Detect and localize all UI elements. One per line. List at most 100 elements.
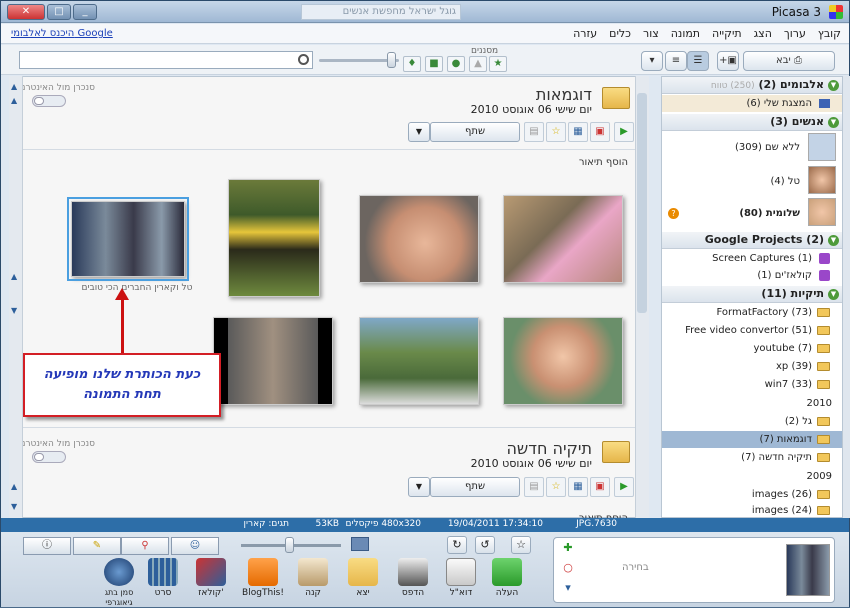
section-albums[interactable]: ▼ אלבומים (2) (250) טווח (662, 77, 842, 94)
info-button[interactable]: ⓘ (23, 537, 71, 555)
help-icon[interactable]: ? (668, 208, 679, 219)
collapse-icon[interactable]: ▼ (828, 235, 839, 246)
share-button[interactable]: שתף (430, 477, 520, 497)
menu-folder[interactable]: תיקייה (712, 27, 742, 40)
add-description-link[interactable]: הוסף תיאור (579, 157, 628, 168)
photo-baby-sleeping[interactable] (359, 195, 479, 283)
menu-create[interactable]: צור (643, 27, 659, 40)
google-sign-in-link[interactable]: היכנס לאלבומי Google (11, 28, 113, 39)
geotag-action[interactable]: סמן בתג גיאוגרפי (93, 558, 145, 608)
add-to-album-icon[interactable]: ▾ (558, 580, 578, 598)
scroll-up-icon[interactable]: ▲ (11, 482, 17, 491)
minimize-button[interactable]: _ (73, 4, 97, 20)
menu-file[interactable]: קובץ (818, 27, 841, 40)
hold-pin-icon[interactable]: ✚ (558, 540, 578, 558)
collapse-icon[interactable]: ▼ (828, 80, 839, 91)
list-view-button[interactable]: ≡ (665, 51, 687, 71)
section-folders[interactable]: ▼ תיקיות (11) (662, 286, 842, 303)
sync-toggle[interactable] (32, 95, 66, 107)
share-button[interactable]: שתף (430, 122, 520, 142)
export-action[interactable]: יצא (341, 558, 385, 598)
rotate-right-icon[interactable]: ↻ (447, 536, 467, 554)
close-button[interactable]: ✕ (7, 4, 45, 20)
sidebar-item-folder[interactable]: xp (39) (662, 358, 842, 375)
star-icon[interactable]: ☆ (546, 122, 566, 142)
photo-strollers-selected[interactable] (67, 197, 189, 281)
tags-button[interactable]: ✎ (73, 537, 121, 555)
geo-filter-icon[interactable]: ♦ (403, 56, 421, 72)
upload-web-icon[interactable]: ▦ (568, 477, 588, 497)
scroll-down-icon[interactable]: ▼ (11, 502, 17, 511)
share-dropdown-icon[interactable]: ▼ (408, 122, 430, 142)
star-filter-icon[interactable]: ★ (489, 56, 507, 72)
tray-thumbnail[interactable] (786, 544, 830, 596)
sidebar-item-folder[interactable]: images (26) (662, 486, 842, 503)
maximize-button[interactable]: □ (47, 4, 71, 20)
blogthis-action[interactable]: BlogThis! (241, 558, 285, 598)
collage-icon[interactable]: ▣ (590, 477, 610, 497)
scroll-up-icon[interactable]: ▲ (11, 272, 17, 281)
collage-action[interactable]: קולאז' (189, 558, 233, 598)
filter-slider-knob[interactable] (387, 52, 396, 68)
collapse-icon[interactable]: ▼ (828, 117, 839, 128)
sidebar-item-album[interactable]: המצגת שלי (6) (662, 95, 842, 112)
scrollbar-thumb[interactable] (637, 93, 647, 313)
slideshow-play-icon[interactable]: ▶ (614, 477, 634, 497)
collage-icon[interactable]: ▣ (590, 122, 610, 142)
sidebar-item-folder[interactable]: images (24) (662, 504, 842, 517)
sidebar-item-project[interactable]: Screen Captures (1) (662, 250, 842, 267)
sidebar-item-folder-selected[interactable]: דוגמאות (7) (662, 431, 842, 448)
slideshow-play-icon[interactable]: ▶ (614, 122, 634, 142)
section-people[interactable]: ▼ אנשים (3) (662, 114, 842, 131)
people-button[interactable]: ☺ (171, 537, 219, 555)
photo-video-frame[interactable] (213, 317, 333, 405)
rotate-left-icon[interactable]: ↺ (475, 536, 495, 554)
menu-edit[interactable]: ערוך (784, 27, 806, 40)
email-action[interactable]: דוא"ל (439, 558, 483, 598)
view-options-button[interactable]: ▾ (641, 51, 663, 71)
save-icon[interactable]: ▤ (524, 477, 544, 497)
sidebar-item-project[interactable]: קולאז'ים (1) (662, 267, 842, 284)
sidebar-item-folder[interactable]: Free video convertor (51) (662, 322, 842, 339)
search-input[interactable] (19, 51, 313, 69)
places-button[interactable]: ⚲ (121, 537, 169, 555)
star-icon[interactable]: ☆ (546, 477, 566, 497)
scroll-down-icon[interactable]: ▼ (11, 306, 17, 315)
scroll-top-icon[interactable]: ▲ (11, 82, 17, 91)
movie-action[interactable]: סרט (141, 558, 185, 598)
section-projects[interactable]: ▼ Google Projects (2) (662, 232, 842, 249)
upload-filter-icon[interactable]: ▲ (469, 56, 487, 72)
photo-baby-portrait[interactable] (503, 317, 623, 405)
left-scrollbar[interactable]: ▲ ▲ ▼ ▲ ▲ ▼ (9, 76, 23, 518)
thumbnail-view-button[interactable]: ☰ (687, 51, 709, 71)
photo-park-cat[interactable] (359, 317, 479, 405)
sidebar-item-folder[interactable]: FormatFactory (73) (662, 304, 842, 321)
clear-selection-icon[interactable]: ○ (558, 560, 578, 578)
sidebar-item-folder[interactable]: גל (2) (662, 413, 842, 430)
zoom-slider-knob[interactable] (285, 537, 294, 553)
menu-help[interactable]: עזרה (573, 27, 597, 40)
menu-view[interactable]: הצג (754, 27, 772, 40)
sync-toggle[interactable] (32, 451, 66, 463)
face-filter-icon[interactable]: ● (447, 56, 465, 72)
shop-action[interactable]: קנה (291, 558, 335, 598)
upload-action[interactable]: העלה (485, 558, 529, 598)
scroll-up-icon[interactable]: ▲ (11, 96, 17, 105)
new-album-button[interactable]: +▣ (717, 51, 739, 71)
star-photo-icon[interactable]: ☆ (511, 536, 531, 554)
import-button[interactable]: יבא ⎙ (743, 51, 835, 71)
share-dropdown-icon[interactable]: ▼ (408, 477, 430, 497)
upload-web-icon[interactable]: ▦ (568, 122, 588, 142)
sidebar-item-folder[interactable]: win7 (33) (662, 376, 842, 393)
menu-tools[interactable]: כלים (609, 27, 631, 40)
sidebar-item-folder[interactable]: youtube (7) (662, 340, 842, 357)
zoom-thumbnail-icon[interactable] (351, 537, 369, 551)
collapse-icon[interactable]: ▼ (828, 289, 839, 300)
photo-baby-blanket[interactable] (503, 195, 623, 283)
sidebar-item-folder[interactable]: תיקיה חדשה (7) (662, 449, 842, 466)
video-filter-icon[interactable]: ■ (425, 56, 443, 72)
sidebar-scrollbar[interactable] (843, 76, 850, 518)
save-icon[interactable]: ▤ (524, 122, 544, 142)
menu-picture[interactable]: תמונה (671, 27, 700, 40)
print-action[interactable]: הדפס (391, 558, 435, 598)
